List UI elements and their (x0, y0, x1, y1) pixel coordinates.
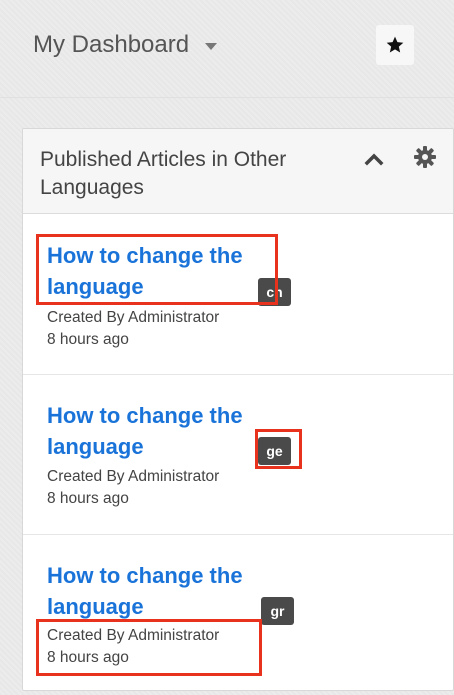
article-item: How to change the language ch Created By… (23, 215, 453, 374)
article-link[interactable]: How to change the language (47, 240, 277, 302)
article-meta: Created By Administrator 8 hours ago (47, 307, 219, 351)
created-by: Created By Administrator (47, 627, 220, 644)
created-by: Created By Administrator (47, 468, 220, 485)
created-time: 8 hours ago (47, 490, 129, 507)
dashlet-settings-button[interactable] (413, 145, 437, 169)
gear-icon (414, 146, 436, 168)
created-by: Created By Administrator (47, 309, 220, 326)
language-badge: ge (258, 437, 291, 465)
created-time: 8 hours ago (47, 331, 129, 348)
article-item: How to change the language ge Created By… (23, 375, 453, 534)
star-icon (386, 36, 404, 53)
article-item: How to change the language gr Created By… (23, 535, 453, 690)
dashlet-header: Published Articles in Other Languages (23, 129, 453, 214)
article-meta: Created By Administrator 8 hours ago (47, 466, 219, 510)
created-time: 8 hours ago (47, 649, 129, 666)
article-meta: Created By Administrator 8 hours ago (47, 625, 219, 669)
dashlet-title: Published Articles in Other Languages (40, 148, 287, 199)
caret-down-icon (205, 43, 218, 50)
dashboard-selector[interactable]: My Dashboard (33, 31, 218, 59)
article-link[interactable]: How to change the language (47, 400, 277, 462)
dashboard-title: My Dashboard (33, 31, 190, 58)
language-badge: ch (258, 278, 291, 306)
published-articles-dashlet: Published Articles in Other Languages Ho… (22, 128, 454, 691)
dashboard-header: My Dashboard (0, 0, 454, 98)
chevron-up-icon (364, 153, 384, 166)
article-link[interactable]: How to change the language (47, 560, 277, 622)
favorite-star-button[interactable] (376, 25, 414, 65)
collapse-button[interactable] (363, 148, 385, 170)
language-badge: gr (261, 597, 294, 625)
